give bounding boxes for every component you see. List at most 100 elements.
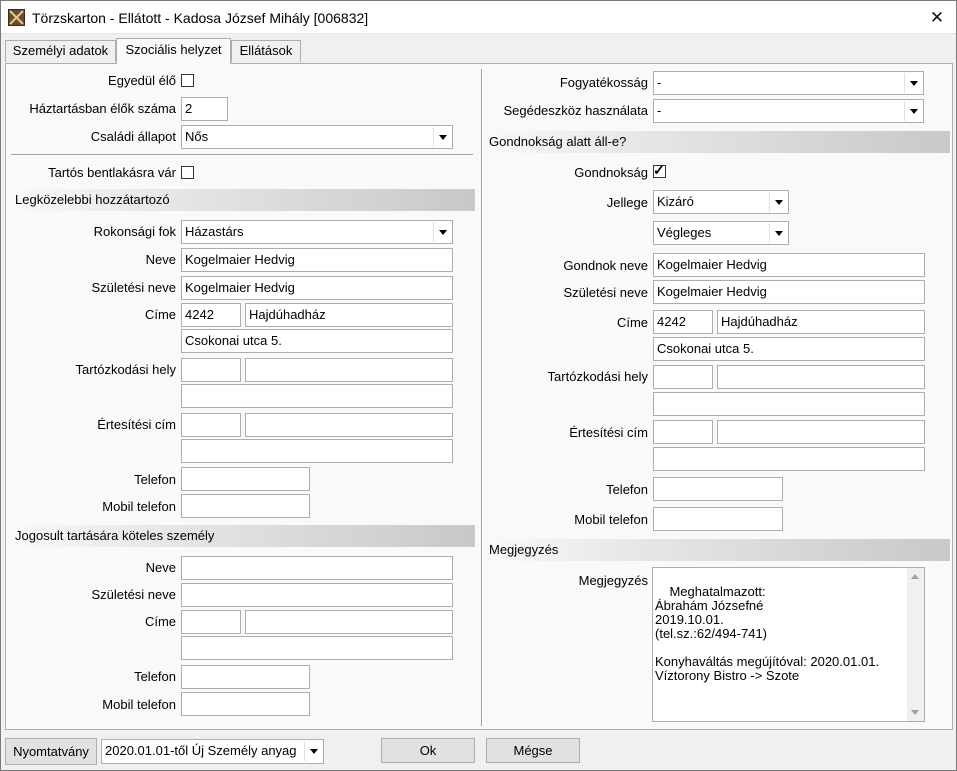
close-icon[interactable]: ✕ [919, 2, 955, 33]
marital-status-select[interactable]: Nős [181, 125, 453, 149]
relation-label: Rokonsági fok [93, 224, 176, 239]
print-template-value: 2020.01.01-től Új Személy anyag [105, 743, 297, 758]
guardian-residence-zip-input[interactable] [653, 365, 713, 389]
guardian-zip-input[interactable]: 4242 [653, 310, 713, 334]
alone-checkbox[interactable] [181, 74, 194, 87]
print-button[interactable]: Nyomtatvány [5, 738, 97, 765]
chevron-down-icon[interactable] [433, 127, 451, 147]
disability-value: - [657, 75, 662, 90]
marital-label: Családi állapot [90, 129, 176, 144]
guardian-notify-zip-input[interactable] [653, 420, 713, 444]
household-count-input[interactable]: 2 [181, 97, 228, 121]
relative-birthname-input[interactable]: Kogelmaier Hedvig [181, 276, 453, 300]
obligor-birthname-label: Születési neve [91, 587, 176, 602]
relative-name-label: Neve [145, 252, 176, 267]
obligor-mobile-input[interactable] [181, 692, 310, 716]
scroll-down-icon[interactable] [911, 710, 919, 715]
chevron-down-icon[interactable] [904, 73, 922, 93]
obligor-phone-label: Telefon [134, 669, 176, 684]
relative-phone-label: Telefon [134, 472, 176, 487]
guardian-duration-select[interactable]: Végleges [653, 221, 789, 245]
obligor-name-label: Neve [145, 560, 176, 575]
chevron-down-icon[interactable] [433, 222, 451, 242]
obligor-mobile-label: Mobil telefon [102, 697, 176, 712]
alone-label-text: Egyedül élő [108, 73, 176, 88]
relative-city-input[interactable]: Hajdúhadház [245, 303, 453, 327]
aid-select[interactable]: - [653, 99, 924, 123]
tab-social[interactable]: Szociális helyzet [116, 38, 231, 64]
guardian-mobile-input[interactable] [653, 507, 783, 531]
window-title: Törzskarton - Ellátott - Kadosa József M… [32, 10, 369, 26]
relative-residence-city-input[interactable] [245, 358, 453, 382]
guardian-phone-label: Telefon [606, 482, 648, 497]
guardian-residence-street-input[interactable] [653, 392, 925, 416]
disability-select[interactable]: - [653, 71, 924, 95]
waiting-checkbox[interactable] [181, 166, 194, 179]
title-bar: Törzskarton - Ellátott - Kadosa József M… [1, 1, 956, 34]
guardian-type-label: Jellege [606, 195, 648, 210]
aid-label: Segédeszköz használata [503, 103, 648, 118]
separator [11, 154, 473, 156]
relative-residence-label: Tartózkodási hely [75, 362, 176, 377]
chevron-down-icon[interactable] [769, 223, 787, 243]
guardian-name-input[interactable]: Kogelmaier Hedvig [653, 253, 925, 277]
waiting-label: Tartós bentlakásra vár [48, 165, 176, 180]
guardian-residence-city-input[interactable] [717, 365, 925, 389]
obligor-name-input[interactable] [181, 556, 453, 580]
tab-personal[interactable]: Személyi adatok [5, 40, 116, 62]
guardian-duration-value: Végleges [657, 225, 712, 240]
notes-section-header: Megjegyzés [485, 539, 950, 561]
guardian-birthname-input[interactable]: Kogelmaier Hedvig [653, 280, 925, 304]
notes-text: Meghatalmazott: Ábrahám Józsefné 2019.10… [655, 584, 880, 683]
chevron-down-icon[interactable] [904, 101, 922, 121]
relative-notify-city-input[interactable] [245, 413, 453, 437]
guardian-notify-label: Értesítési cím [569, 425, 648, 440]
obligor-address-label: Címe [144, 614, 176, 629]
dialog-window: Törzskarton - Ellátott - Kadosa József M… [0, 0, 957, 771]
obligor-zip-input[interactable] [181, 610, 241, 634]
alone-label: Egyedül élő [1, 73, 176, 88]
guardian-notify-city-input[interactable] [717, 420, 925, 444]
guardian-street-input[interactable]: Csokonai utca 5. [653, 337, 925, 361]
relative-name-input[interactable]: Kogelmaier Hedvig [181, 248, 453, 272]
relation-select[interactable]: Házastárs [181, 220, 453, 244]
tab-services[interactable]: Ellátások [231, 40, 301, 62]
relative-residence-street-input[interactable] [181, 384, 453, 408]
chevron-down-icon[interactable] [304, 741, 322, 761]
relative-notify-label: Értesítési cím [97, 417, 176, 432]
scroll-up-icon[interactable] [911, 574, 919, 579]
checkmark-icon: ✓ [653, 162, 665, 178]
relative-zip-input[interactable]: 4242 [181, 303, 241, 327]
obligor-phone-input[interactable] [181, 665, 310, 689]
guardian-city-input[interactable]: Hajdúhadház [717, 310, 925, 334]
marital-status-value: Nős [185, 129, 209, 144]
obligor-city-input[interactable] [245, 610, 453, 634]
cancel-button[interactable]: Mégse [486, 738, 580, 763]
relative-notify-street-input[interactable] [181, 439, 453, 463]
print-template-select[interactable]: 2020.01.01-től Új Személy anyag [101, 739, 324, 764]
relation-value: Házastárs [185, 224, 244, 239]
obligor-section-header: Jogosult tartására köteles személy [11, 525, 475, 547]
relative-residence-zip-input[interactable] [181, 358, 241, 382]
notes-textarea[interactable]: Meghatalmazott: Ábrahám Józsefné 2019.10… [652, 567, 925, 722]
guardian-name-label: Gondnok neve [563, 258, 648, 273]
relative-mobile-input[interactable] [181, 494, 310, 518]
notes-scrollbar[interactable] [907, 568, 924, 721]
guardian-phone-input[interactable] [653, 477, 783, 501]
relative-street-input[interactable]: Csokonai utca 5. [181, 329, 453, 353]
guardian-notify-street-input[interactable] [653, 447, 925, 471]
ok-button[interactable]: Ok [381, 738, 475, 763]
relative-phone-input[interactable] [181, 467, 310, 491]
guardianship-checkbox[interactable]: ✓ [653, 162, 666, 178]
chevron-down-icon[interactable] [769, 192, 787, 212]
app-icon [8, 9, 25, 26]
relative-birthname-label: Születési neve [91, 280, 176, 295]
relative-address-label: Címe [144, 307, 176, 322]
obligor-birthname-input[interactable] [181, 583, 453, 607]
guardian-address-label: Címe [616, 315, 648, 330]
aid-value: - [657, 103, 662, 118]
relative-notify-zip-input[interactable] [181, 413, 241, 437]
guardian-type-select[interactable]: Kizáró [653, 190, 789, 214]
obligor-street-input[interactable] [181, 636, 453, 660]
guardian-mobile-label: Mobil telefon [574, 512, 648, 527]
